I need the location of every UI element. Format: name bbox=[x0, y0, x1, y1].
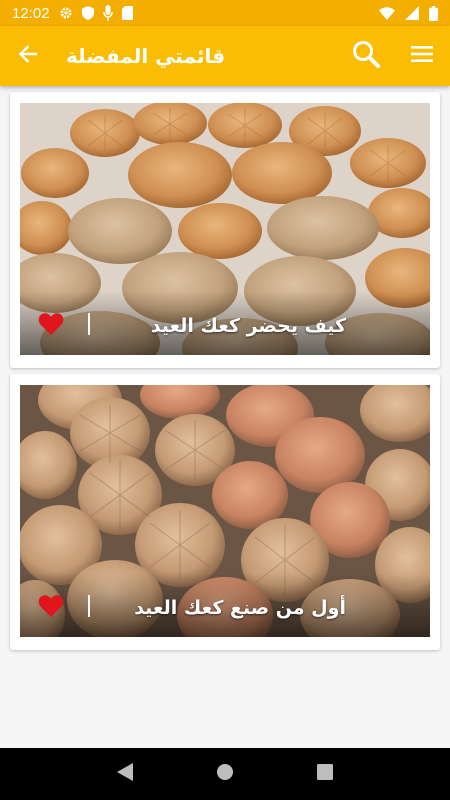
settings-icon bbox=[59, 6, 73, 20]
nav-home-button[interactable] bbox=[200, 749, 250, 799]
divider bbox=[88, 595, 90, 617]
wifi-icon bbox=[379, 6, 395, 20]
favorite-card[interactable]: كيف يحضر كعك العيد bbox=[10, 92, 440, 368]
nav-back-icon bbox=[117, 763, 133, 785]
menu-icon bbox=[411, 45, 433, 67]
recipe-title: أول من صنع كعك العيد bbox=[134, 597, 346, 619]
nav-recents-button[interactable] bbox=[300, 749, 350, 799]
favorite-heart-icon[interactable] bbox=[38, 312, 64, 336]
microphone-icon bbox=[102, 5, 113, 21]
search-icon bbox=[351, 39, 381, 73]
favorite-card[interactable]: أول من صنع كعك العيد bbox=[10, 374, 440, 650]
shield-icon bbox=[81, 6, 94, 20]
favorite-heart-icon[interactable] bbox=[38, 594, 64, 618]
battery-icon bbox=[429, 5, 438, 21]
divider bbox=[88, 313, 90, 335]
search-button[interactable] bbox=[338, 26, 394, 86]
status-time: 12:02 bbox=[12, 4, 50, 22]
status-bar: 12:02 bbox=[0, 0, 450, 26]
favorites-list: كيف يحضر كعك العيد أول من صنع كعك العيد bbox=[0, 86, 450, 748]
page-title: قائمتي المفضلة bbox=[66, 44, 226, 68]
nav-home-icon bbox=[216, 763, 234, 785]
nav-recents-icon bbox=[317, 764, 333, 784]
app-bar: قائمتي المفضلة bbox=[0, 26, 450, 86]
signal-icon bbox=[405, 6, 419, 20]
nav-back-button[interactable] bbox=[100, 749, 150, 799]
back-button[interactable] bbox=[0, 26, 56, 86]
sd-card-icon bbox=[121, 6, 133, 20]
recipe-image: كيف يحضر كعك العيد bbox=[20, 103, 430, 355]
recipe-image: أول من صنع كعك العيد bbox=[20, 385, 430, 637]
recipe-title: كيف يحضر كعك العيد bbox=[150, 315, 346, 337]
arrow-back-icon bbox=[18, 44, 38, 68]
system-nav-bar bbox=[0, 748, 450, 800]
menu-button[interactable] bbox=[394, 26, 450, 86]
